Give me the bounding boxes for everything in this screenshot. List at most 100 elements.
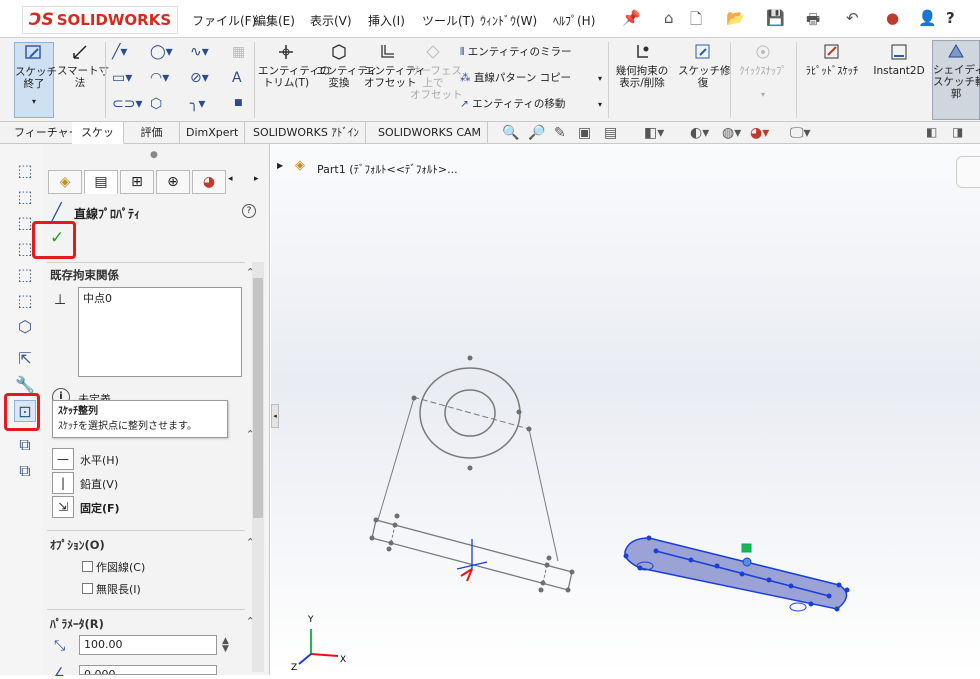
convert-entities-button[interactable]: エンティティ 変換: [316, 42, 378, 89]
tangent-line[interactable]: [528, 428, 559, 562]
menu-help[interactable]: ﾍﾙﾌﾟ(H): [553, 12, 595, 29]
length-input[interactable]: 100.00: [79, 635, 217, 655]
cube-view-icon[interactable]: ⬚: [14, 264, 36, 286]
polygon-tool-icon[interactable]: ⬡: [150, 96, 162, 112]
exit-sketch-button[interactable]: スケッチ 終了 ▾: [14, 42, 57, 118]
tab-dimxpert-manager[interactable]: ⊕: [156, 170, 190, 194]
rebuild-traffic-light-icon[interactable]: ●: [886, 9, 899, 27]
menu-file[interactable]: ファイル(F): [192, 12, 256, 29]
move-entities-button[interactable]: ↗ エンティティの移動: [460, 98, 565, 110]
tangent-line[interactable]: [377, 397, 415, 521]
open-folder-icon[interactable]: 📂: [726, 9, 745, 27]
slot-line[interactable]: [390, 524, 396, 544]
slot-tool-icon[interactable]: ⊂⊃▾: [112, 96, 143, 112]
pin-icon[interactable]: 📌: [622, 9, 641, 27]
view-orientation-icon[interactable]: ◧▾: [644, 125, 664, 141]
menu-insert[interactable]: 挿入(I): [368, 12, 405, 29]
tab-scroll-left-icon[interactable]: ◂: [228, 174, 233, 184]
tab-evaluate[interactable]: 評価: [124, 122, 180, 144]
slot-line[interactable]: [542, 564, 548, 584]
fix-relation-label[interactable]: 固定(F): [80, 500, 120, 516]
undo-icon[interactable]: ↶: [846, 9, 859, 27]
midpoint-marker[interactable]: [742, 557, 752, 567]
layer-icon[interactable]: ⧉: [14, 460, 36, 482]
rapid-sketch-button[interactable]: ﾗﾋﾟｯﾄﾞｽｹｯﾁ: [800, 42, 864, 77]
zoom-to-fit-icon[interactable]: 🔍: [502, 125, 519, 141]
repair-sketch-button[interactable]: スケッチ修 復: [678, 42, 731, 89]
print-icon[interactable]: 🖶: [806, 9, 820, 34]
cube-view-icon[interactable]: ⬚: [14, 160, 36, 182]
point-tool-icon[interactable]: ■: [234, 98, 243, 108]
ellipse-tool-icon[interactable]: ⊘▾: [190, 70, 209, 86]
tab-scroll-right-icon[interactable]: ▸: [254, 174, 259, 184]
menu-tools[interactable]: ツール(T): [422, 12, 475, 29]
tab-cam[interactable]: SOLIDWORKS CAM: [372, 122, 489, 144]
horizontal-relation-icon[interactable]: —: [52, 448, 74, 470]
model-viewport[interactable]: Y X Z: [271, 144, 980, 675]
instant2d-button[interactable]: Instant2D: [868, 42, 930, 77]
construction-checkbox[interactable]: [82, 561, 93, 572]
fillet-tool-icon[interactable]: ╮▾: [190, 96, 205, 112]
angle-input[interactable]: 0.000: [79, 665, 217, 675]
quick-snaps-button[interactable]: ｸｲｯｸｽﾅｯﾌﾟ ▾: [734, 42, 792, 101]
length-spinner-icon[interactable]: ▲ ▼: [222, 637, 229, 654]
tab-sketch[interactable]: スケッチ: [72, 122, 124, 160]
cube-view-icon[interactable]: ⬚: [14, 290, 36, 312]
centerline[interactable]: [412, 396, 530, 430]
smart-dimension-button[interactable]: スマート寸 法: [57, 42, 109, 89]
hide-show-items-icon[interactable]: ◍▾: [722, 125, 741, 141]
scrollbar-thumb[interactable]: [253, 278, 263, 518]
horizontal-relation-label[interactable]: 水平(H): [80, 452, 119, 468]
section-view-icon[interactable]: ▣: [578, 125, 591, 141]
tab-feature-manager[interactable]: ◈: [48, 170, 82, 194]
tab-configuration-manager[interactable]: ⊞: [120, 170, 154, 194]
selected-slot-sketch[interactable]: [624, 537, 848, 610]
graphics-area[interactable]: ◂ ▶ ◈ Part1 (ﾃﾞﾌｫﾙﾄ<<ﾃﾞﾌｫﾙﾄ>... Y X Z: [271, 144, 980, 675]
menu-window[interactable]: ｳｨﾝﾄﾞｳ(W): [480, 12, 537, 29]
panel-scrollbar[interactable]: [252, 262, 264, 672]
relation-item[interactable]: 中点0: [83, 290, 237, 306]
circle-tool-icon[interactable]: ◯▾: [150, 44, 173, 60]
home-icon[interactable]: ⌂: [664, 9, 674, 27]
trim-entities-button[interactable]: エンティティの トリム(T): [258, 42, 330, 89]
tab-display-manager[interactable]: ◕: [192, 170, 226, 194]
mirror-entities-button[interactable]: ⫴ エンティティのミラー: [460, 46, 572, 58]
spline-tool-icon[interactable]: ∿▾: [190, 44, 209, 60]
dropdown-arrow-icon[interactable]: ▾: [598, 74, 602, 83]
panel-arrow-icon[interactable]: ◧: [926, 125, 937, 139]
panel-grip-icon[interactable]: ●: [150, 150, 158, 160]
zoom-to-area-icon[interactable]: 🔎: [528, 125, 545, 141]
plane-tool-icon[interactable]: ▦: [232, 44, 245, 60]
view-settings-icon[interactable]: 🖵▾: [790, 125, 811, 141]
rectangle-tool-icon[interactable]: ▭▾: [112, 70, 132, 86]
offset-entities-button[interactable]: エンティティ オフセット: [364, 42, 426, 89]
layer-icon[interactable]: ⧉: [14, 434, 36, 456]
shaded-sketch-contours-button[interactable]: シェイディング スケッチ輪 郭: [932, 40, 980, 120]
user-icon[interactable]: 👤: [918, 9, 937, 27]
appearance-icon[interactable]: ◕▾: [750, 125, 769, 141]
text-tool-icon[interactable]: A: [232, 70, 242, 86]
panel-arrow-icon[interactable]: ◨: [952, 125, 963, 139]
line-tool-icon[interactable]: ╱▾: [112, 44, 127, 60]
previous-view-icon[interactable]: ✎: [554, 125, 566, 141]
menu-view[interactable]: 表示(V): [310, 12, 352, 29]
arc-tool-icon[interactable]: ◠▾: [150, 70, 169, 86]
cube-view-icon[interactable]: ⬚: [14, 186, 36, 208]
linear-pattern-button[interactable]: ⁂ 直線パターン コピー: [460, 72, 571, 84]
help-icon[interactable]: ?: [946, 9, 955, 27]
infinite-length-checkbox[interactable]: [82, 583, 93, 594]
surface-offset-button[interactable]: サーフェス 上で オフセット: [410, 42, 463, 101]
vertical-relation-icon[interactable]: |: [52, 472, 74, 494]
display-style-icon[interactable]: ◐▾: [690, 125, 709, 141]
new-document-icon[interactable]: 🗋: [690, 9, 702, 34]
fix-relation-icon[interactable]: ⇲: [52, 496, 74, 518]
tab-addins[interactable]: SOLIDWORKS ｱﾄﾞｲﾝ: [247, 122, 366, 144]
tab-property-manager[interactable]: ▤: [84, 170, 118, 194]
construction-label[interactable]: 作図線(C): [96, 559, 145, 575]
menu-edit[interactable]: 編集(E): [254, 12, 295, 29]
display-delete-relations-button[interactable]: 幾何拘束の 表示/削除: [612, 42, 672, 89]
vertical-relation-label[interactable]: 鉛直(V): [80, 476, 118, 492]
relations-list[interactable]: 中点0: [78, 287, 242, 377]
tab-dimxpert[interactable]: DimXpert: [180, 122, 246, 144]
save-icon[interactable]: 💾: [766, 9, 785, 27]
